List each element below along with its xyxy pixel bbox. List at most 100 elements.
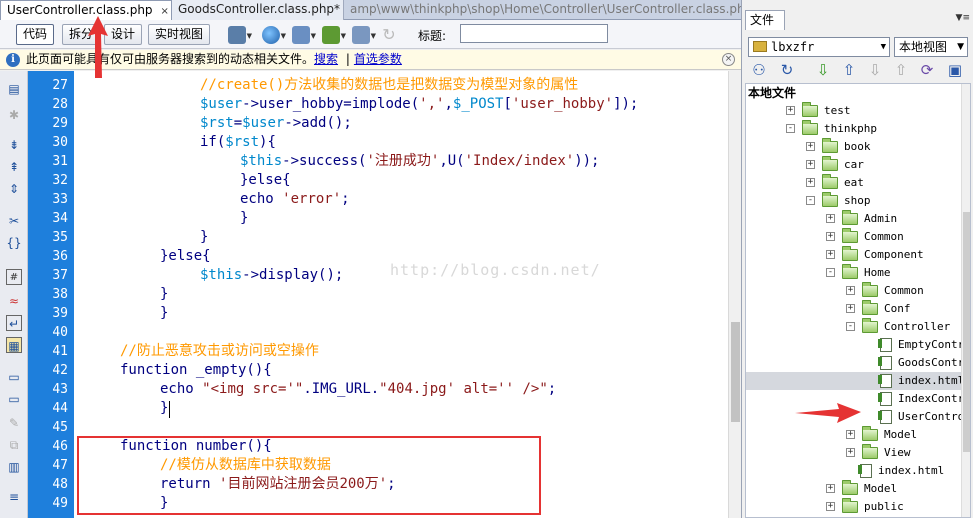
tree-folder-item[interactable]: - Home	[746, 264, 961, 282]
check-out-icon[interactable]: ⇩	[866, 61, 884, 79]
show-code-navigator-icon[interactable]: ✱	[6, 107, 22, 123]
tree-file-item[interactable]: EmptyContr	[746, 336, 964, 354]
line-numbers-icon[interactable]: #	[6, 269, 22, 285]
tree-folder-item[interactable]: + car	[746, 156, 961, 174]
tab-close-icon[interactable]: ×	[161, 6, 169, 17]
preview-browser-icon[interactable]: ▼	[262, 26, 286, 44]
check-in-icon[interactable]: ⇧	[892, 61, 910, 79]
expand-icon[interactable]: +	[846, 430, 855, 439]
tree-folder-item[interactable]: + eat	[746, 174, 961, 192]
tree-folder-item[interactable]: + Admin	[746, 210, 961, 228]
code-line-31: $this->success('注册成功',U('Index/index'));	[240, 153, 600, 169]
tree-item-label: index.html	[878, 464, 945, 477]
expand-icon[interactable]: +	[826, 484, 835, 493]
tree-folder-item[interactable]: + book	[746, 138, 961, 156]
move-css-icon[interactable]: ▥	[6, 459, 22, 475]
collapse-icon[interactable]: -	[846, 322, 855, 331]
recent-snippets-icon[interactable]: ⧉	[6, 437, 22, 453]
tree-folder-item[interactable]: + public	[746, 498, 961, 516]
collapse-icon[interactable]: -	[806, 196, 815, 205]
design-view-button[interactable]: 设计	[104, 24, 143, 45]
tree-folder-item[interactable]: + Model	[746, 426, 961, 444]
collapse-icon[interactable]: -	[826, 268, 835, 277]
code-line-41: //防止恶意攻击或访问或空操作	[120, 343, 319, 359]
line-number: 31	[52, 154, 68, 169]
check-browser-icon[interactable]: ▼	[322, 26, 346, 44]
get-files-icon[interactable]: ⇩	[814, 61, 832, 79]
tree-folder-item[interactable]: - shop	[746, 192, 961, 210]
tree-file-item[interactable]: index.html	[746, 462, 961, 480]
tree-folder-item[interactable]: + Common	[746, 228, 961, 246]
wrap-tag-icon[interactable]: ✎	[6, 415, 22, 431]
expand-icon[interactable]: +	[846, 286, 855, 295]
syntax-coloring-icon[interactable]: ▦	[6, 337, 22, 353]
expand-icon[interactable]: +	[846, 304, 855, 313]
tree-scrollbar[interactable]	[961, 84, 970, 517]
collapse-icon[interactable]: -	[786, 124, 795, 133]
collapse-full-tag-icon[interactable]: ⇟	[6, 137, 22, 153]
tree-file-item[interactable]: UserControl	[746, 408, 970, 426]
file-management-icon[interactable]: ▼	[292, 26, 316, 44]
multiscreen-icon[interactable]: ▼	[228, 26, 252, 44]
tree-folder-item[interactable]: - thinkphp	[746, 120, 961, 138]
preferences-link[interactable]: 首选参数	[354, 52, 402, 66]
expand-icon[interactable]: +	[806, 160, 815, 169]
code-line-48: return '目前网站注册会员200万';	[160, 476, 396, 492]
title-input[interactable]	[460, 24, 608, 43]
split-view-button[interactable]: 拆分	[62, 24, 101, 45]
tree-folder-item[interactable]: + Component	[746, 246, 961, 264]
refresh-icon[interactable]: ↻	[778, 61, 796, 79]
panel-menu-icon[interactable]: ▼≡	[956, 13, 970, 23]
tree-folder-item[interactable]: + View	[746, 444, 961, 462]
search-link[interactable]: 搜索	[314, 52, 338, 66]
indent-code-icon[interactable]: ≡	[6, 489, 22, 505]
balance-braces-icon[interactable]: {}	[6, 235, 22, 251]
live-view-button[interactable]: 实时视图	[148, 24, 211, 45]
tree-folder-item[interactable]: - Controller	[746, 318, 961, 336]
put-files-icon[interactable]: ⇧	[840, 61, 858, 79]
synchronize-icon[interactable]: ⟳	[918, 61, 936, 79]
open-documents-icon[interactable]: ▤	[6, 81, 22, 97]
tree-folder-item[interactable]: + Model	[746, 480, 961, 498]
collapse-selection-icon[interactable]: ⇞	[6, 159, 22, 175]
tree-folder-item[interactable]: + Common	[746, 282, 961, 300]
code-view-button[interactable]: 代码	[16, 24, 55, 45]
expand-icon[interactable]: +	[806, 142, 815, 151]
expand-panel-icon[interactable]: ▣	[946, 61, 964, 79]
scrollbar-thumb[interactable]	[731, 322, 740, 422]
expand-icon[interactable]: +	[786, 106, 795, 115]
tree-file-item[interactable]: GoodsContr	[746, 354, 964, 372]
connect-icon[interactable]: ⚇	[750, 61, 768, 79]
code-editor[interactable]: 27 28 29 30 31 32 33 34 35 36 37 38 39 40 41 42 43 44 45 46…	[28, 71, 728, 518]
word-wrap-icon[interactable]: ↵	[6, 315, 22, 331]
expand-icon[interactable]: +	[806, 178, 815, 187]
refresh-icon[interactable]: ↻	[380, 26, 398, 44]
close-icon[interactable]: ×	[722, 53, 735, 66]
expand-icon[interactable]: +	[826, 502, 835, 511]
select-parent-tag-icon[interactable]: ✂	[6, 213, 22, 229]
files-tab[interactable]: 文件	[745, 10, 785, 30]
expand-icon[interactable]: +	[826, 214, 835, 223]
file-tree[interactable]: 本地文件 + test - thinkphp + book + car + eat - shop + Ad…	[745, 83, 971, 518]
scrollbar-thumb[interactable]	[963, 212, 970, 452]
tree-folder-item[interactable]: + test	[746, 102, 961, 120]
view-select[interactable]: 本地视图 ▼	[894, 37, 968, 57]
tab-user-controller[interactable]: UserController.class.php ×	[0, 0, 172, 20]
expand-icon[interactable]: +	[826, 232, 835, 241]
site-select[interactable]: lbxzfr ▼	[748, 37, 890, 57]
code-line-27: //create()方法收集的数据也是把数据变为模型对象的属性	[200, 77, 579, 93]
tree-folder-item[interactable]: + Conf	[746, 300, 961, 318]
tree-file-item[interactable]: index.html	[746, 372, 964, 390]
tab-goods-controller[interactable]: GoodsController.class.php*×	[172, 0, 344, 20]
expand-all-icon[interactable]: ⇕	[6, 181, 22, 197]
remove-comment-icon[interactable]: ▭	[6, 391, 22, 407]
apply-comment-icon[interactable]: ▭	[6, 369, 22, 385]
editor-scrollbar[interactable]	[728, 71, 741, 518]
highlight-invalid-code-icon[interactable]: ≈	[6, 293, 22, 309]
folder-icon	[822, 156, 838, 171]
expand-icon[interactable]: +	[826, 250, 835, 259]
visual-aids-icon[interactable]: ▼	[352, 26, 376, 44]
tree-item-label: Admin	[864, 212, 898, 225]
expand-icon[interactable]: +	[846, 448, 855, 457]
tree-file-item[interactable]: IndexContr	[746, 390, 964, 408]
